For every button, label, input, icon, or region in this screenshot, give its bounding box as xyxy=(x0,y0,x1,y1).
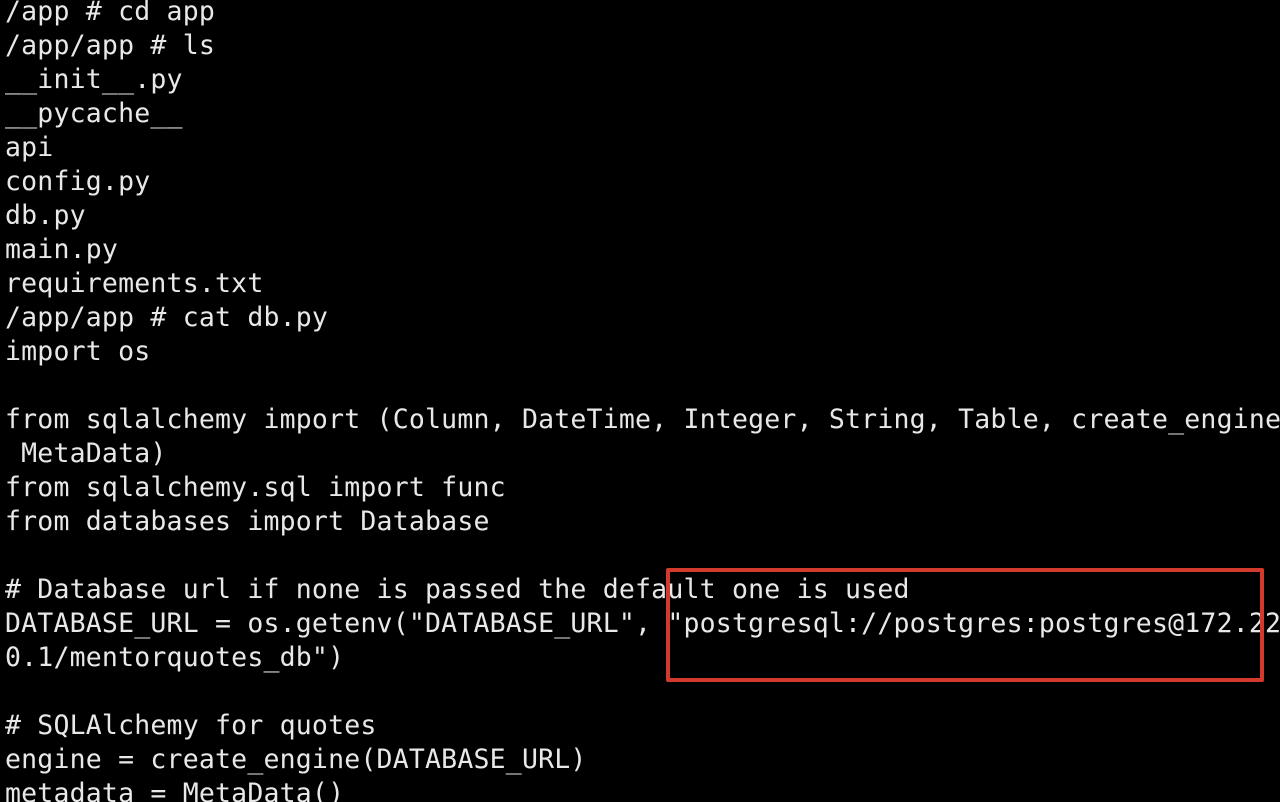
terminal-line: __init__.py xyxy=(5,64,183,95)
terminal-line: from sqlalchemy.sql import func xyxy=(5,472,506,503)
terminal-line: engine = create_engine(DATABASE_URL) xyxy=(5,744,587,775)
terminal-line: config.py xyxy=(5,166,151,197)
terminal-line: # SQLAlchemy for quotes xyxy=(5,710,377,741)
terminal-line: api xyxy=(5,132,54,163)
terminal-line: db.py xyxy=(5,200,86,231)
terminal-line: import os xyxy=(5,336,151,367)
terminal-window[interactable]: /app # cd app/app/app # ls __init__.py __p… xyxy=(0,0,1280,802)
terminal-line: requirements.txt xyxy=(5,268,264,299)
terminal-line: metadata = MetaData() xyxy=(5,778,345,802)
terminal-line: # Database url if none is passed the def… xyxy=(5,574,910,605)
terminal-line: from databases import Database xyxy=(5,506,490,537)
terminal-line: MetaData) xyxy=(5,438,167,469)
terminal-line: /app/app # ls xyxy=(5,30,216,61)
terminal-output: /app # cd app/app/app # ls __init__.py __p… xyxy=(5,0,1280,802)
terminal-line: __pycache__ xyxy=(5,98,183,129)
terminal-line: DATABASE_URL = os.getenv("DATABASE_URL",… xyxy=(5,608,1280,639)
terminal-line: 0.1/mentorquotes_db") xyxy=(5,642,345,673)
terminal-line: /app/app # cat db.py xyxy=(5,302,329,333)
terminal-line: main.py xyxy=(5,234,119,265)
terminal-line: from sqlalchemy import (Column, DateTime… xyxy=(5,404,1280,435)
terminal-line: /app # cd app xyxy=(5,0,216,27)
